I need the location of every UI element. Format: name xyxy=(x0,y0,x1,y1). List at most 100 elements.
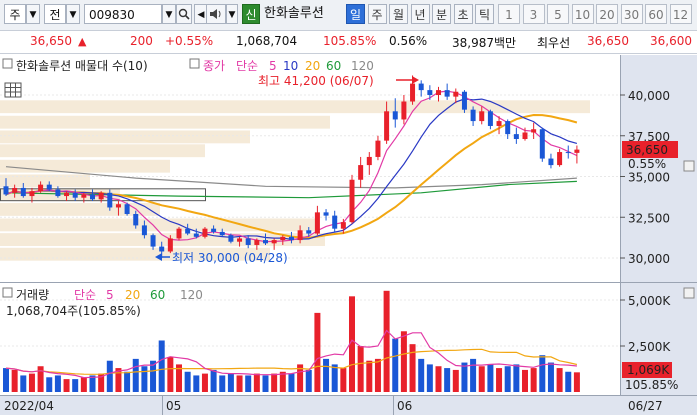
period-tab-0[interactable]: 일 xyxy=(346,4,365,24)
period-tab-2[interactable]: 월 xyxy=(389,4,408,24)
volume-bar xyxy=(470,358,477,392)
x-label-start: 2022/04 xyxy=(4,399,54,413)
volume-bar xyxy=(262,375,269,392)
current-volume-pct-text: 105.85% xyxy=(625,378,678,392)
current-pct-tag-text: 0.55% xyxy=(628,157,666,171)
volume-bar xyxy=(184,371,191,392)
candle-body xyxy=(176,228,182,239)
axis-handle-icon[interactable] xyxy=(683,160,695,172)
volume-bar xyxy=(530,368,537,392)
market-type-dropdown-icon[interactable]: ▼ xyxy=(26,4,40,24)
candle-body xyxy=(323,212,329,216)
interval-button-30[interactable]: 30 xyxy=(620,4,643,24)
price-change-pct: +0.55% xyxy=(165,34,214,48)
legend-ma120: 120 xyxy=(351,59,374,73)
price-tick-label: 32,500 xyxy=(628,211,670,225)
price-chart[interactable]: 40,00037,50035,00032,50030,000 한화솔루션 매물대… xyxy=(0,55,697,283)
candle-body xyxy=(479,111,485,122)
market-type-select[interactable]: 주 xyxy=(4,4,26,24)
stock-code-input[interactable]: 009830 xyxy=(84,4,162,24)
period-tab-5[interactable]: 초 xyxy=(453,4,473,24)
candle-body xyxy=(3,186,9,195)
volume-bar xyxy=(513,364,520,392)
candle-body xyxy=(314,212,320,234)
candle-body xyxy=(245,238,251,245)
period-tab-6[interactable]: 틱 xyxy=(475,4,494,24)
current-price: 36,650 xyxy=(30,34,72,48)
candle-body xyxy=(237,238,243,242)
candle-body xyxy=(539,129,545,159)
period-tab-1[interactable]: 주 xyxy=(367,4,387,24)
search-type-select[interactable]: 전 xyxy=(44,4,66,24)
period-tab-4[interactable]: 분 xyxy=(432,4,451,24)
best-quote-label: 최우선 xyxy=(537,36,571,50)
interval-button-20[interactable]: 20 xyxy=(596,4,618,24)
search-icon[interactable] xyxy=(176,4,192,24)
candle-body xyxy=(72,192,78,198)
legend-ma60: 60 xyxy=(326,59,341,73)
volume-bar xyxy=(539,355,546,392)
signal-badge[interactable]: 신 xyxy=(242,4,260,24)
candle-body xyxy=(453,91,459,97)
speaker-dropdown-icon[interactable]: ▼ xyxy=(226,4,238,24)
candle-body xyxy=(487,111,493,126)
interval-button-60[interactable]: 60 xyxy=(645,4,667,24)
candle-body xyxy=(392,111,398,120)
candle-body xyxy=(522,132,528,140)
volume-bar xyxy=(331,364,338,392)
volume-bar xyxy=(63,379,70,392)
candle-body xyxy=(349,179,355,223)
candle-body xyxy=(418,83,424,91)
candle-body xyxy=(444,90,450,97)
candle-body xyxy=(64,192,70,197)
candle-body xyxy=(159,246,165,252)
signal-badge-label: 신 xyxy=(245,8,257,22)
volume-profile-bar xyxy=(0,115,330,129)
candle-body xyxy=(98,192,104,200)
volume-bar xyxy=(288,373,295,392)
volume-bar xyxy=(556,368,563,392)
volume-bar xyxy=(573,372,580,392)
candle-body xyxy=(55,189,61,197)
grid-table-icon[interactable] xyxy=(4,82,22,98)
period-tab-3[interactable]: 년 xyxy=(410,4,430,24)
volume-bar xyxy=(409,344,416,392)
high-annotation: 최고 41,200 (06/07) xyxy=(258,74,374,88)
code-dropdown-icon[interactable]: ▼ xyxy=(162,4,176,24)
volume-ratio: 105.85% xyxy=(323,34,377,48)
interval-button-12[interactable]: 12 xyxy=(669,4,692,24)
legend-close: 종가 xyxy=(203,59,225,73)
volume-legend-ma120: 120 xyxy=(180,288,203,302)
candle-body xyxy=(29,191,35,197)
x-axis-area xyxy=(0,395,697,415)
volume-legend-ma-label: 단순 xyxy=(74,288,96,302)
interval-button-3[interactable]: 3 xyxy=(522,4,545,24)
volume-bar xyxy=(366,360,373,392)
candle-body xyxy=(358,165,364,180)
volume-bar xyxy=(54,375,61,392)
volume-bar xyxy=(46,377,53,392)
candle-body xyxy=(574,149,580,153)
interval-button-1[interactable]: 1 xyxy=(498,4,520,24)
volume-axis-handle-icon[interactable] xyxy=(683,287,695,299)
volume-bar xyxy=(565,371,572,392)
low-annotation: 최저 30,000 (04/28) xyxy=(172,251,288,265)
volume-legend-title: 거래량 xyxy=(16,288,49,302)
volume-bar xyxy=(487,364,494,392)
trade-value: 38,987백만 xyxy=(452,36,517,50)
candle-body xyxy=(548,158,554,166)
volume-legend-ma60: 60 xyxy=(150,288,165,302)
candle-body xyxy=(557,152,563,166)
candle-body xyxy=(401,101,407,120)
volume-profile-bar xyxy=(0,159,170,173)
volume-chart[interactable]: 5,000K 2,500K 거래량 단순 5 20 60 120 1,068,70… xyxy=(0,283,697,395)
volume-bar xyxy=(210,369,217,392)
speaker-icon[interactable] xyxy=(206,4,226,24)
search-type-dropdown-icon[interactable]: ▼ xyxy=(66,4,80,24)
interval-button-10[interactable]: 10 xyxy=(571,4,594,24)
interval-button-5[interactable]: 5 xyxy=(547,4,569,24)
candle-body xyxy=(254,240,260,245)
candle-body xyxy=(496,121,502,126)
candle-body xyxy=(384,111,390,141)
stock-code-value: 009830 xyxy=(89,8,135,22)
